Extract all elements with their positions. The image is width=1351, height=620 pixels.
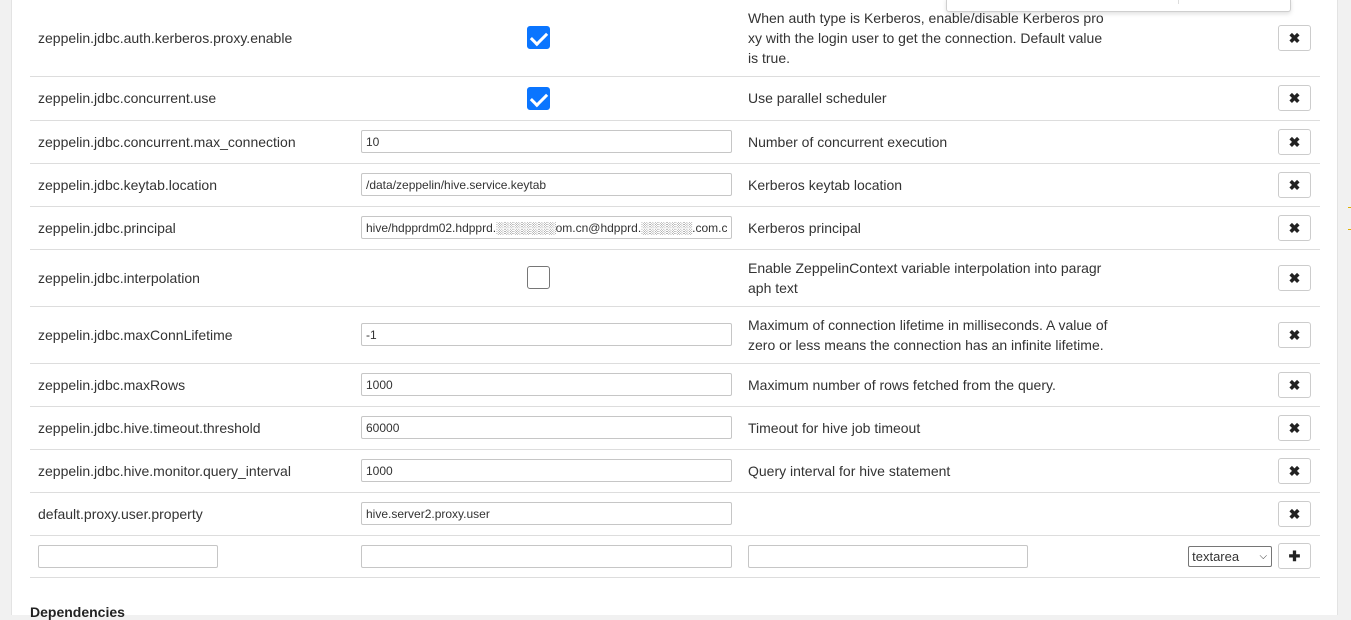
property-row: zeppelin.jdbc.maxConnLifetime Maximum of … [30, 306, 1320, 364]
remove-property-button[interactable]: ✖ [1278, 500, 1311, 527]
property-description: Timeout for hive job timeout [740, 406, 1120, 450]
property-name: zeppelin.jdbc.maxConnLifetime [30, 306, 353, 364]
property-value-input[interactable] [361, 173, 732, 196]
property-description: Use parallel scheduler [740, 76, 1120, 121]
new-property-name-input[interactable] [38, 544, 218, 568]
property-value-input[interactable] [361, 373, 732, 396]
property-description: Kerberos principal [740, 206, 1120, 250]
property-row: zeppelin.jdbc.hive.timeout.threshold Time… [30, 406, 1320, 450]
remove-property-button[interactable]: ✖ [1278, 457, 1311, 484]
property-description: Number of concurrent execution [740, 120, 1120, 164]
remove-property-button[interactable]: ✖ [1278, 214, 1311, 241]
property-name: zeppelin.jdbc.keytab.location [30, 163, 353, 207]
property-name: zeppelin.jdbc.principal [30, 206, 353, 250]
property-value-input[interactable] [361, 416, 732, 439]
close-icon: ✖ [1288, 269, 1301, 286]
property-type-select[interactable]: textarea ⌵ [1188, 545, 1273, 567]
property-description: Maximum of connection lifetime in millis… [740, 306, 1120, 364]
remove-property-button[interactable]: ✖ [1278, 321, 1311, 348]
close-icon: ✖ [1288, 29, 1301, 46]
close-icon: ✖ [1288, 505, 1301, 522]
dependencies-heading: Dependencies [30, 604, 125, 620]
plus-icon: ✚ [1288, 548, 1301, 564]
close-icon: ✖ [1288, 326, 1301, 343]
property-row: zeppelin.jdbc.keytab.location Kerberos ke… [30, 163, 1320, 207]
close-icon: ✖ [1288, 219, 1301, 236]
property-row: default.proxy.user.property ✖ [30, 492, 1320, 536]
property-description: Query interval for hive statement [740, 449, 1120, 493]
remove-property-button[interactable]: ✖ [1278, 414, 1311, 441]
property-value-checkbox[interactable] [527, 26, 550, 50]
property-name: zeppelin.jdbc.hive.timeout.threshold [30, 406, 353, 450]
new-property-value-input[interactable] [361, 544, 732, 568]
new-property-row: textarea ⌵ ✚ [30, 535, 1320, 578]
property-value-checkbox[interactable] [527, 266, 550, 289]
property-row: zeppelin.jdbc.auth.kerberos.proxy.enable… [30, 0, 1320, 77]
property-name: zeppelin.jdbc.interpolation [30, 249, 353, 307]
remove-property-button[interactable]: ✖ [1278, 128, 1311, 155]
property-name: default.proxy.user.property [30, 492, 353, 536]
property-name: zeppelin.jdbc.auth.kerberos.proxy.enable [30, 0, 353, 77]
property-value-input[interactable] [361, 502, 732, 525]
property-row: zeppelin.jdbc.interpolation Enable Zeppel… [30, 249, 1320, 307]
property-description: Kerberos keytab location [740, 163, 1120, 207]
property-name: zeppelin.jdbc.concurrent.use [30, 76, 353, 121]
remove-property-button[interactable]: ✖ [1278, 85, 1311, 111]
chevron-down-icon: ⌵ [1259, 550, 1268, 562]
property-value-input[interactable] [361, 216, 732, 239]
close-icon: ✖ [1288, 376, 1301, 393]
remove-property-button[interactable]: ✖ [1278, 371, 1311, 398]
close-icon: ✖ [1288, 90, 1301, 106]
new-property-description-input[interactable] [748, 544, 1028, 568]
property-name: zeppelin.jdbc.concurrent.max_connection [30, 120, 353, 164]
property-value-input[interactable] [361, 323, 732, 346]
properties-table: zeppelin.jdbc.auth.kerberos.proxy.enable… [30, 0, 1320, 578]
remove-property-button[interactable]: ✖ [1278, 264, 1311, 291]
property-value-input[interactable] [361, 130, 732, 153]
property-description [740, 492, 1120, 536]
property-row: zeppelin.jdbc.maxRows Maximum number of r… [30, 363, 1320, 407]
property-description: Maximum number of rows fetched from the … [740, 363, 1120, 407]
property-description: When auth type is Kerberos, enable/disab… [740, 0, 1120, 77]
property-type-selected: textarea [1192, 548, 1240, 564]
property-description: Enable ZeppelinContext variable interpol… [740, 249, 1120, 307]
close-icon: ✖ [1288, 133, 1301, 150]
property-value-checkbox[interactable] [527, 86, 550, 110]
close-icon: ✖ [1288, 462, 1301, 479]
add-property-button[interactable]: ✚ [1278, 543, 1311, 569]
property-row: zeppelin.jdbc.principal Kerberos principa… [30, 206, 1320, 250]
close-icon: ✖ [1288, 419, 1301, 436]
property-row: zeppelin.jdbc.concurrent.max_connection N… [30, 120, 1320, 164]
property-row: zeppelin.jdbc.concurrent.use Use parallel… [30, 76, 1320, 121]
property-name: zeppelin.jdbc.hive.monitor.query_interva… [30, 449, 353, 493]
remove-property-button[interactable]: ✖ [1278, 24, 1311, 51]
close-icon: ✖ [1288, 176, 1301, 193]
property-row: zeppelin.jdbc.hive.monitor.query_interva… [30, 449, 1320, 493]
property-value-input[interactable] [361, 459, 732, 482]
property-name: zeppelin.jdbc.maxRows [30, 363, 353, 407]
remove-property-button[interactable]: ✖ [1278, 171, 1311, 198]
